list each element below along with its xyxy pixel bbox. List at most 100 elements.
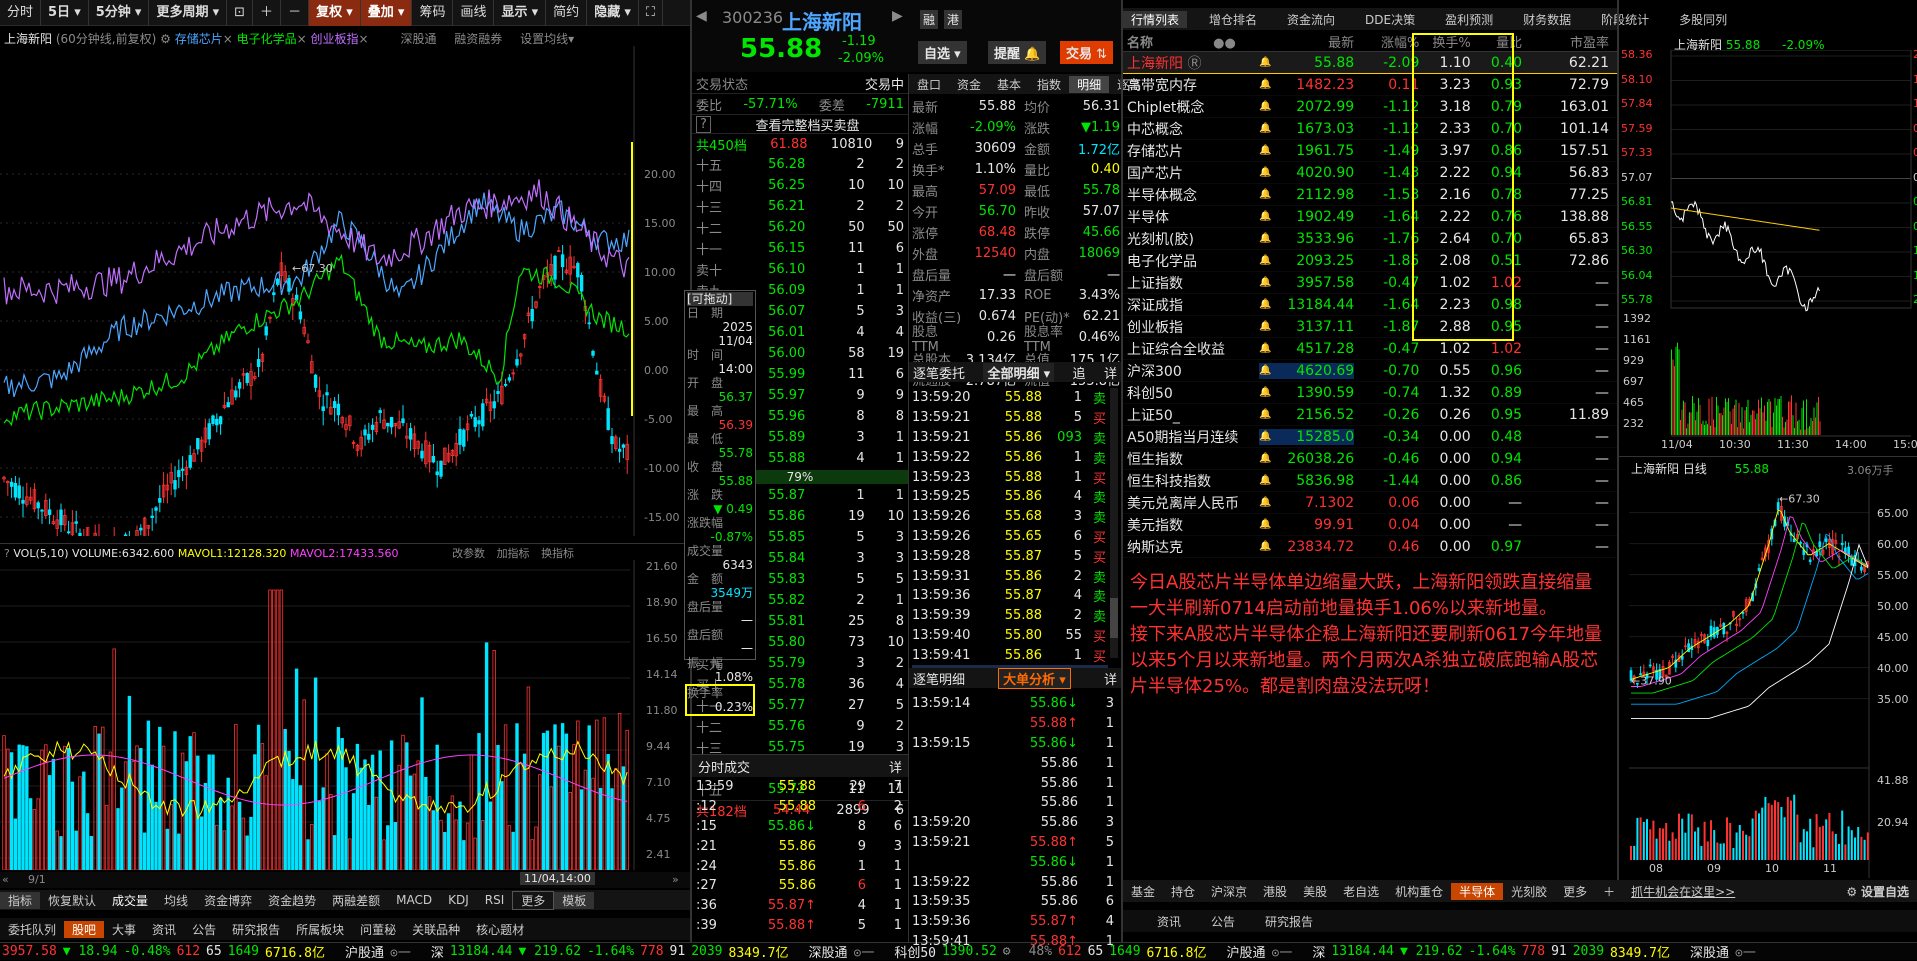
tab-zengcang[interactable]: 增仓排名 bbox=[1201, 11, 1265, 28]
tab-research[interactable]: 研究报告 bbox=[224, 921, 288, 938]
tab-multi[interactable]: 多股同列 bbox=[1671, 11, 1735, 28]
fenshi-more[interactable]: 详 bbox=[889, 757, 902, 776]
scroll-right-icon[interactable]: » bbox=[672, 873, 679, 886]
tab-template[interactable]: 模板 bbox=[554, 891, 595, 909]
tab-more2[interactable]: 更多 bbox=[1555, 883, 1595, 900]
tab-indicator[interactable]: 指标 bbox=[0, 891, 41, 909]
minus-icon[interactable]: － bbox=[281, 0, 310, 26]
tab-index[interactable]: 指数 bbox=[1029, 76, 1069, 93]
tab-related[interactable]: 关联品种 bbox=[404, 921, 468, 938]
link-sgt[interactable]: 深股通 bbox=[400, 32, 436, 46]
bell-icon[interactable]: 🔔 bbox=[1259, 453, 1271, 464]
table-row[interactable]: 上证50_ 2156.52 -0.26 0.26 0.95 11.89 🔔 bbox=[1123, 404, 1617, 426]
tab-rsi[interactable]: RSI bbox=[477, 893, 513, 907]
tab-ask[interactable]: 问董秘 bbox=[352, 921, 404, 938]
tab-hold[interactable]: 持仓 bbox=[1163, 883, 1203, 900]
tab-notice2[interactable]: 公告 bbox=[1203, 913, 1243, 930]
bell-icon[interactable]: 🔔 bbox=[1259, 519, 1271, 530]
tab-photoresist[interactable]: 光刻胶 bbox=[1503, 883, 1555, 900]
table-row[interactable]: 上证指数 3957.58 -0.47 1.02 1.02 — 🔔 bbox=[1123, 272, 1617, 294]
intraday-chart[interactable] bbox=[1619, 50, 1917, 452]
plus-icon[interactable]: ＋ bbox=[253, 0, 282, 26]
tab-dde[interactable]: DDE决策 bbox=[1357, 11, 1423, 28]
bell-icon[interactable]: 🔔 bbox=[1259, 79, 1271, 90]
tab-hsj[interactable]: 沪深京 bbox=[1203, 883, 1255, 900]
table-row[interactable]: 恒生科技指数 5836.98 -1.44 0.00 0.86 — 🔔 bbox=[1123, 470, 1617, 492]
tab-profit[interactable]: 盈利预测 bbox=[1437, 11, 1501, 28]
bell-icon[interactable]: 🔔 bbox=[1259, 145, 1271, 156]
zhubi-scrollbar[interactable] bbox=[1110, 388, 1118, 658]
hide-button[interactable]: 隐藏 ▾ bbox=[587, 0, 639, 26]
trade-button[interactable]: 交易 ⇅ bbox=[1060, 41, 1114, 64]
table-row[interactable]: Chiplet概念 2072.99 -1.12 3.18 0.79 163.01 🔔 bbox=[1123, 96, 1617, 118]
tab-fund-game[interactable]: 资金博弈 bbox=[196, 892, 260, 909]
tab-stage[interactable]: 阶段统计 bbox=[1593, 11, 1657, 28]
bell-icon[interactable]: 🔔 bbox=[1259, 233, 1271, 244]
tab-reset[interactable]: 恢复默认 bbox=[40, 892, 104, 909]
bell-icon[interactable]: 🔔 bbox=[1259, 299, 1271, 310]
tab-margin[interactable]: 两融差额 bbox=[324, 892, 388, 909]
bell-icon[interactable]: 🔔 bbox=[1259, 387, 1271, 398]
tab-events[interactable]: 大事 bbox=[104, 921, 144, 938]
tab-news[interactable]: 资讯 bbox=[144, 921, 184, 938]
lock-icon[interactable]: ⊡ bbox=[227, 0, 254, 26]
tab-inst[interactable]: 机构重仓 bbox=[1387, 883, 1451, 900]
tab-finance[interactable]: 财务数据 bbox=[1515, 11, 1579, 28]
tab-kdj[interactable]: KDJ bbox=[440, 893, 477, 907]
next-icon[interactable]: ▶ bbox=[892, 8, 903, 24]
zbmx-more[interactable]: 详 bbox=[1104, 669, 1117, 688]
table-row[interactable]: 恒生指数 26038.26 -0.46 0.00 0.94 — 🔔 bbox=[1123, 448, 1617, 470]
table-row[interactable]: 中芯概念 1673.03 -1.12 2.33 0.70 101.14 🔔 bbox=[1123, 118, 1617, 140]
bell-icon[interactable]: 🔔 bbox=[1259, 431, 1271, 442]
zhubi-more[interactable]: 详 bbox=[1104, 363, 1117, 382]
link-change-ind[interactable]: 换指标 bbox=[541, 547, 574, 560]
tab-oldself[interactable]: 老自选 bbox=[1335, 883, 1387, 900]
tab-queue[interactable]: 委托队列 bbox=[0, 921, 64, 938]
fuquan-button[interactable]: 复权 ▾ bbox=[309, 0, 361, 26]
table-row[interactable]: 深证成指 13184.44 -1.64 2.23 0.98 — 🔔 bbox=[1123, 294, 1617, 316]
kline-chart[interactable]: ←67.30←49.59SS▼▼ bbox=[0, 46, 690, 536]
link-add-ind[interactable]: 加指标 bbox=[497, 547, 530, 560]
tab-guba[interactable]: 股吧 bbox=[64, 920, 105, 938]
display-button[interactable]: 显示 ▾ bbox=[494, 0, 547, 26]
tab-notice[interactable]: 公告 bbox=[184, 921, 224, 938]
tab-ma[interactable]: 均线 bbox=[156, 892, 196, 909]
tab-research2[interactable]: 研究报告 bbox=[1257, 913, 1321, 930]
tab-news2[interactable]: 资讯 bbox=[1149, 913, 1189, 930]
bell-icon[interactable]: 🔔 bbox=[1259, 343, 1271, 354]
bell-icon[interactable]: 🔔 bbox=[1259, 497, 1271, 508]
huaxian-button[interactable]: 画线 bbox=[453, 0, 495, 26]
bell-icon[interactable]: 🔔 bbox=[1259, 277, 1271, 288]
bell-icon[interactable]: 🔔 bbox=[1259, 123, 1271, 134]
table-row[interactable]: 纳斯达克 23834.72 0.46 0.00 0.97 — 🔔 bbox=[1123, 536, 1617, 558]
tab-fund2[interactable]: 基金 bbox=[1123, 883, 1163, 900]
table-row[interactable]: 创业板指 3137.11 -1.87 2.88 0.95 — 🔔 bbox=[1123, 316, 1617, 338]
table-row[interactable]: 存储芯片 1961.75 -1.49 3.97 0.86 157.51 🔔 bbox=[1123, 140, 1617, 162]
fullscreen-icon[interactable]: ⛶ bbox=[639, 0, 663, 26]
table-row[interactable]: 美元兑离岸人民币 7.1302 0.06 0.00 — — 🔔 bbox=[1123, 492, 1617, 514]
tab-macd[interactable]: MACD bbox=[388, 893, 440, 907]
link-setma[interactable]: 设置均线 bbox=[520, 32, 568, 46]
sz-connect[interactable]: 深股通 bbox=[808, 942, 847, 961]
table-row[interactable]: 半导体概念 2112.98 -1.53 2.16 0.78 77.25 🔔 bbox=[1123, 184, 1617, 206]
table-row[interactable]: 美元指数 99.91 0.04 0.00 — — 🔔 bbox=[1123, 514, 1617, 536]
tab-hk[interactable]: 港股 bbox=[1255, 883, 1295, 900]
bell-icon[interactable]: 🔔 bbox=[1259, 541, 1271, 552]
overlay-storage[interactable]: 存储芯片 bbox=[175, 32, 223, 46]
chouma-button[interactable]: 筹码 bbox=[412, 0, 454, 26]
bell-icon[interactable]: 🔔 bbox=[1259, 365, 1271, 376]
close-icon[interactable]: × bbox=[297, 32, 307, 46]
big-order-button[interactable]: 大单分析 ▾ bbox=[998, 667, 1071, 689]
table-row[interactable]: 科创50 1390.59 -0.74 1.32 0.89 — 🔔 bbox=[1123, 382, 1617, 404]
daily-kline-chart[interactable]: ←67.30 ←37.90 bbox=[1619, 474, 1917, 878]
more-period[interactable]: 更多周期 ▾ bbox=[149, 0, 228, 26]
tab-basic[interactable]: 基本 bbox=[989, 76, 1029, 93]
table-row[interactable]: 上证综合全收益 4517.28 -0.47 1.02 1.02 — 🔔 bbox=[1123, 338, 1617, 360]
tab-flow[interactable]: 资金流向 bbox=[1279, 11, 1343, 28]
bell-icon[interactable]: 🔔 bbox=[1259, 167, 1271, 178]
tab-volume[interactable]: 成交量 bbox=[104, 892, 156, 909]
table-row[interactable]: A50期指当月连续 15285.0 -0.34 0.00 0.48 — 🔔 bbox=[1123, 426, 1617, 448]
tab-detail[interactable]: 明细 bbox=[1069, 75, 1110, 93]
hk-badge[interactable]: 港 bbox=[944, 10, 963, 29]
cursor-info-box[interactable]: [可拖动] 日 期 2025 11/04 时 间 14:00 开 盘 56.37 最 高… bbox=[684, 290, 756, 716]
